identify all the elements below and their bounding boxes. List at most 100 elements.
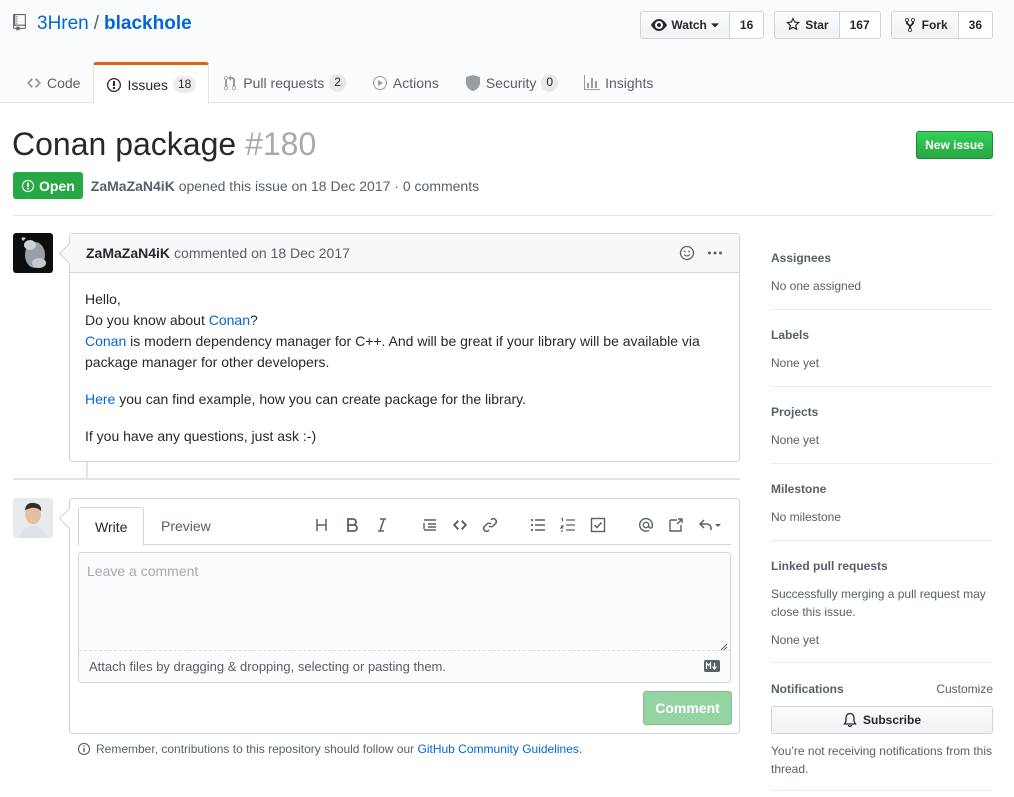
star-count[interactable]: 167 <box>839 11 881 39</box>
labels-heading: Labels <box>771 328 810 342</box>
milestone-value: No milestone <box>771 510 842 524</box>
fork-button[interactable]: Fork <box>890 11 959 39</box>
projects-heading: Projects <box>771 405 819 419</box>
watch-button[interactable]: Watch <box>640 11 730 39</box>
repo-title: 3Hren / blackhole <box>13 13 192 35</box>
bold-icon <box>347 518 358 532</box>
comment-body: Hello, Do you know about Conan? Conan is… <box>70 273 739 479</box>
issue-author-link[interactable]: ZaMaZaN4iK <box>91 178 175 194</box>
sidebar-labels[interactable]: Labels None yet <box>771 328 993 387</box>
issue-meta-text: opened this issue on 18 Dec 2017 · 0 com… <box>178 177 480 194</box>
repo-owner-link[interactable]: 3Hren <box>37 13 89 35</box>
assignees-value: No one assigned <box>771 279 862 293</box>
tab-actions-label: Actions <box>392 75 439 91</box>
saved-replies-button[interactable] <box>693 514 727 536</box>
linked-description: Successfully merging a pull request may … <box>771 587 986 619</box>
link-icon <box>482 517 498 533</box>
ordered-list-button[interactable] <box>555 514 581 536</box>
write-tab[interactable]: Write <box>78 507 145 546</box>
subscribe-label: Subscribe <box>862 713 922 727</box>
customize-link[interactable]: Customize <box>936 682 993 696</box>
star-label: Star <box>805 18 829 32</box>
status-badge-label: Open <box>39 177 75 194</box>
header-divider <box>13 215 993 216</box>
repo-header: 3Hren / blackhole Watch 16 Star 167 Fork <box>0 0 1014 104</box>
star-button[interactable]: Star <box>774 11 840 39</box>
comment-write-area: Attach files by dragging & dropping, sel… <box>78 552 731 683</box>
repo-nav: Code Issues 18 Pull requests 2 Actions S… <box>13 62 666 104</box>
here-link[interactable]: Here <box>85 391 115 407</box>
sidebar-notifications: Notifications Customize Subscribe You’re… <box>771 682 993 791</box>
fork-group: Fork 36 <box>890 11 993 39</box>
conan-link[interactable]: Conan <box>209 312 250 328</box>
issue-meta: ZaMaZaN4iK opened this issue on 18 Dec 2… <box>91 178 479 194</box>
bold-button[interactable] <box>339 514 365 536</box>
comment-meta[interactable]: commented on 18 Dec 2017 <box>174 245 350 261</box>
comment-textarea[interactable] <box>79 553 730 651</box>
sidebar-linked-pull-requests[interactable]: Linked pull requests Successfully mergin… <box>771 559 993 663</box>
mention-icon <box>639 517 654 532</box>
guidelines-text: Remember, contributions to this reposito… <box>96 742 418 756</box>
subscribe-button[interactable]: Subscribe <box>771 706 993 734</box>
watch-count[interactable]: 16 <box>729 11 765 39</box>
list-ordered-icon <box>560 517 575 532</box>
cross-reference-icon <box>669 518 683 532</box>
comment-author-link[interactable]: ZaMaZaN4iK <box>86 245 170 261</box>
cross-reference-button[interactable] <box>663 514 689 536</box>
contribution-guidelines-note: Remember, contributions to this reposito… <box>77 742 582 756</box>
watch-group: Watch 16 <box>640 11 765 39</box>
tab-actions[interactable]: Actions <box>359 62 452 103</box>
status-badge: Open <box>13 172 83 199</box>
sidebar-assignees[interactable]: Assignees No one assigned <box>771 251 993 310</box>
fork-label: Fork <box>921 18 948 32</box>
eye-icon <box>651 19 668 31</box>
community-guidelines-link[interactable]: GitHub Community Guidelines <box>418 742 579 756</box>
shield-icon <box>465 75 480 91</box>
sidebar-projects[interactable]: Projects None yet <box>771 405 993 464</box>
issue-comment: ZaMaZaN4iK commented on 18 Dec 2017 Hell… <box>69 233 740 462</box>
markdown-icon[interactable] <box>704 660 720 672</box>
code-icon <box>453 520 467 530</box>
italic-button[interactable] <box>369 514 395 536</box>
sidebar-milestone[interactable]: Milestone No milestone <box>771 482 993 541</box>
quote-button[interactable] <box>417 514 443 536</box>
git-pull-request-icon <box>224 75 237 91</box>
unordered-list-button[interactable] <box>525 514 551 536</box>
question-suffix: ? <box>250 312 258 328</box>
tab-pull-requests[interactable]: Pull requests 2 <box>209 62 359 103</box>
code-button[interactable] <box>447 514 473 536</box>
comment-actions <box>679 245 723 261</box>
heading-button[interactable] <box>309 514 335 536</box>
markdown-toolbar <box>309 514 727 536</box>
new-issue-button[interactable]: New issue <box>916 131 993 159</box>
fork-count[interactable]: 36 <box>958 11 993 39</box>
quote-icon <box>423 519 436 531</box>
tab-insights[interactable]: Insights <box>571 62 666 103</box>
kebab-horizontal-icon[interactable] <box>707 245 723 261</box>
new-comment-form: Write Preview Attach files by dragging &… <box>69 498 740 734</box>
issue-title-text: Conan package <box>12 126 237 162</box>
milestone-heading: Milestone <box>771 482 827 496</box>
avatar[interactable] <box>13 233 53 273</box>
preview-tab[interactable]: Preview <box>145 507 227 545</box>
conan-link-2[interactable]: Conan <box>85 333 126 349</box>
smiley-icon[interactable] <box>679 245 695 261</box>
labels-value: None yet <box>771 356 820 370</box>
comment-submit-button[interactable]: Comment <box>643 691 732 725</box>
issue-title: Conan package #180 <box>12 126 316 163</box>
mention-button[interactable] <box>633 514 659 536</box>
link-button[interactable] <box>477 514 503 536</box>
tab-security-label: Security <box>485 75 537 91</box>
task-list-button[interactable] <box>585 514 611 536</box>
comment-paragraph-2: Here you can find example, how you can c… <box>85 389 724 410</box>
tab-security[interactable]: Security 0 <box>452 62 571 103</box>
tab-code[interactable]: Code <box>13 62 93 103</box>
bell-icon <box>843 712 857 728</box>
file-attachment-hint[interactable]: Attach files by dragging & dropping, sel… <box>79 650 730 682</box>
repo-name-link[interactable]: blackhole <box>104 13 192 35</box>
comment-header: ZaMaZaN4iK commented on 18 Dec 2017 <box>70 234 739 273</box>
info-icon <box>77 742 91 756</box>
current-user-avatar[interactable] <box>13 498 53 538</box>
heading-icon <box>316 519 327 531</box>
tab-issues[interactable]: Issues 18 <box>93 62 210 104</box>
